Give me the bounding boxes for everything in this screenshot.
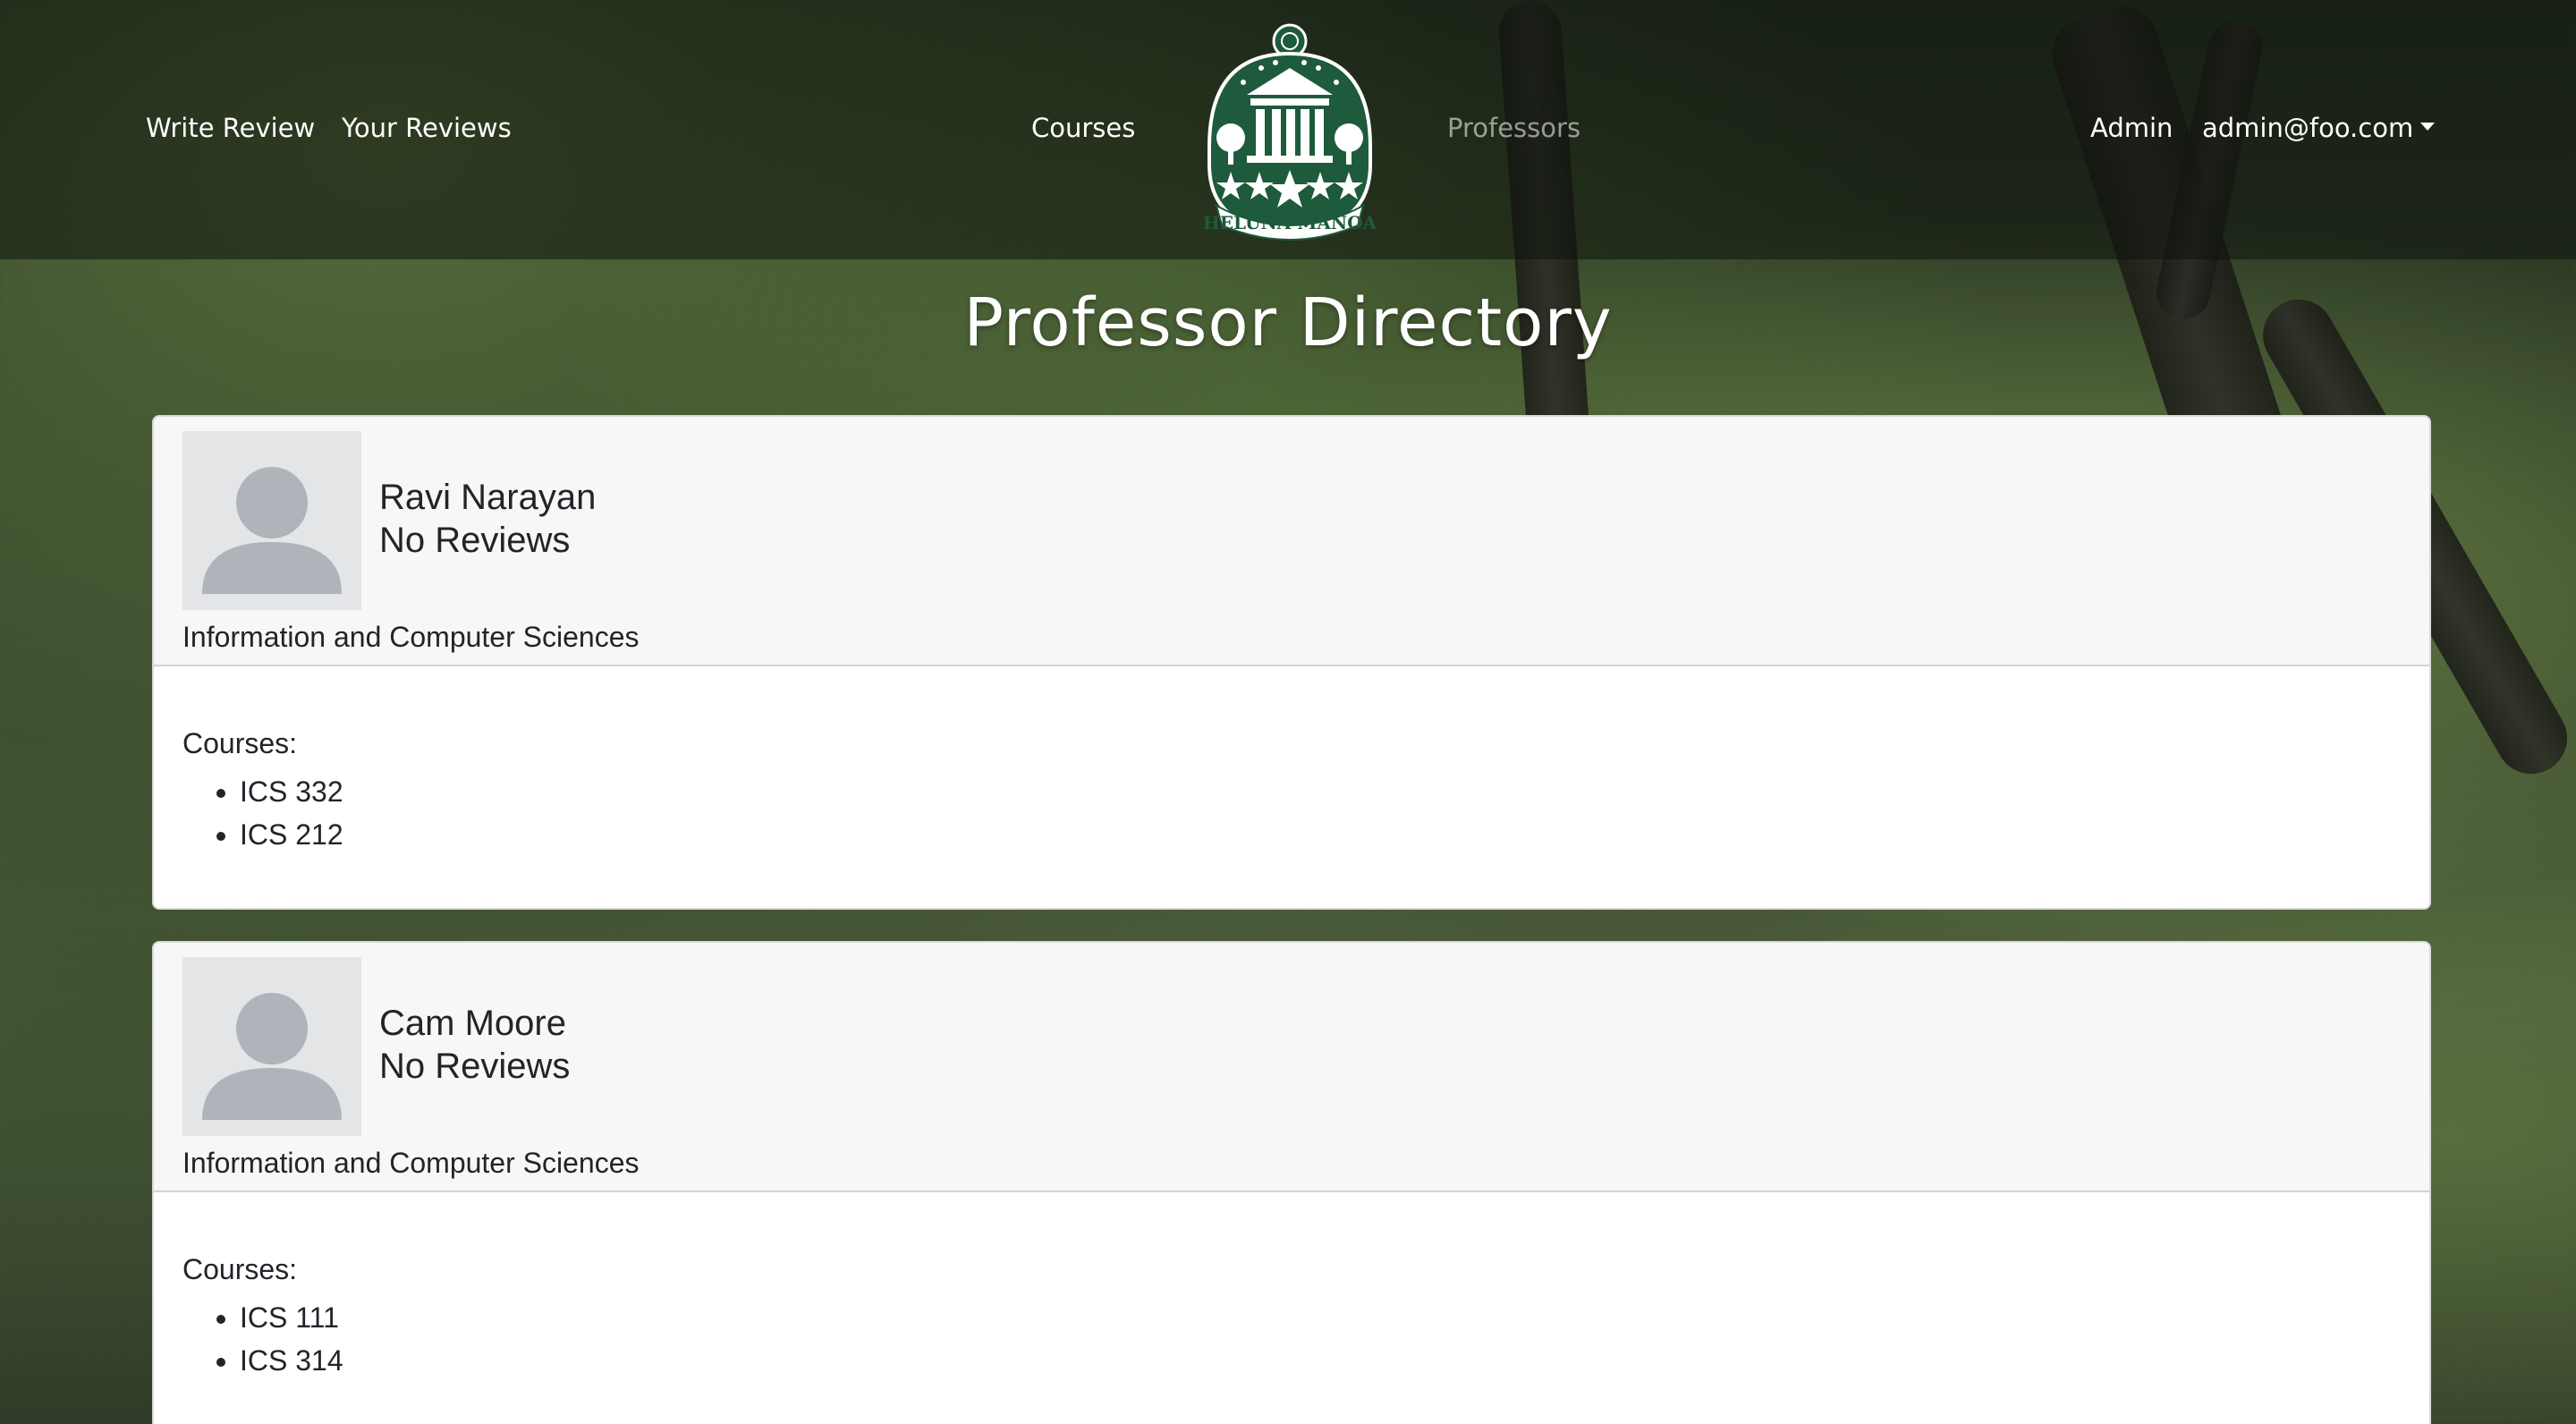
heluna-manoa-logo[interactable]: HELUNA MĀNOA (1199, 21, 1381, 242)
nav-admin[interactable]: Admin (2090, 113, 2173, 143)
professor-card: Cam Moore No Reviews Information and Com… (152, 941, 2431, 1424)
avatar (182, 957, 361, 1136)
nav-your-reviews[interactable]: Your Reviews (342, 113, 512, 143)
professor-card: Ravi Narayan No Reviews Information and … (152, 415, 2431, 910)
professor-department: Information and Computer Sciences (182, 1147, 640, 1179)
nav-write-review[interactable]: Write Review (146, 113, 315, 143)
professor-card-body: Courses: ICS 332 ICS 212 (154, 666, 2429, 908)
avatar (182, 431, 361, 610)
courses-label: Courses: (182, 1253, 298, 1285)
courses-label: Courses: (182, 727, 298, 759)
professor-card-header: Cam Moore No Reviews Information and Com… (154, 943, 2429, 1192)
caret-down-icon (2420, 122, 2436, 131)
professor-review-status: No Reviews (379, 1047, 571, 1086)
top-navbar: Write Review Your Reviews Courses HELUNA… (0, 0, 2576, 259)
professor-department: Information and Computer Sciences (182, 621, 640, 653)
nav-courses[interactable]: Courses (1031, 113, 1135, 143)
user-placeholder-icon (202, 993, 342, 1120)
user-menu-label: admin@foo.com (2202, 113, 2414, 143)
course-item[interactable]: ICS 111 (240, 1296, 343, 1339)
professor-card-header: Ravi Narayan No Reviews Information and … (154, 417, 2429, 666)
professor-name[interactable]: Ravi Narayan (379, 478, 596, 518)
course-item[interactable]: ICS 332 (240, 770, 343, 813)
professor-card-body: Courses: ICS 111 ICS 314 (154, 1192, 2429, 1424)
nav-professors[interactable]: Professors (1447, 113, 1580, 143)
svg-text:HELUNA MĀNOA: HELUNA MĀNOA (1203, 212, 1377, 233)
user-placeholder-icon (202, 467, 342, 594)
logo-emblem-icon: HELUNA MĀNOA (1203, 23, 1377, 241)
course-item[interactable]: ICS 314 (240, 1339, 343, 1382)
page-title: Professor Directory (963, 284, 1613, 361)
course-list: ICS 332 ICS 212 (182, 770, 343, 856)
course-item[interactable]: ICS 212 (240, 813, 343, 856)
user-menu-dropdown[interactable]: admin@foo.com (2202, 113, 2436, 143)
professor-review-status: No Reviews (379, 521, 571, 560)
course-list: ICS 111 ICS 314 (182, 1296, 343, 1382)
professor-name[interactable]: Cam Moore (379, 1004, 566, 1044)
